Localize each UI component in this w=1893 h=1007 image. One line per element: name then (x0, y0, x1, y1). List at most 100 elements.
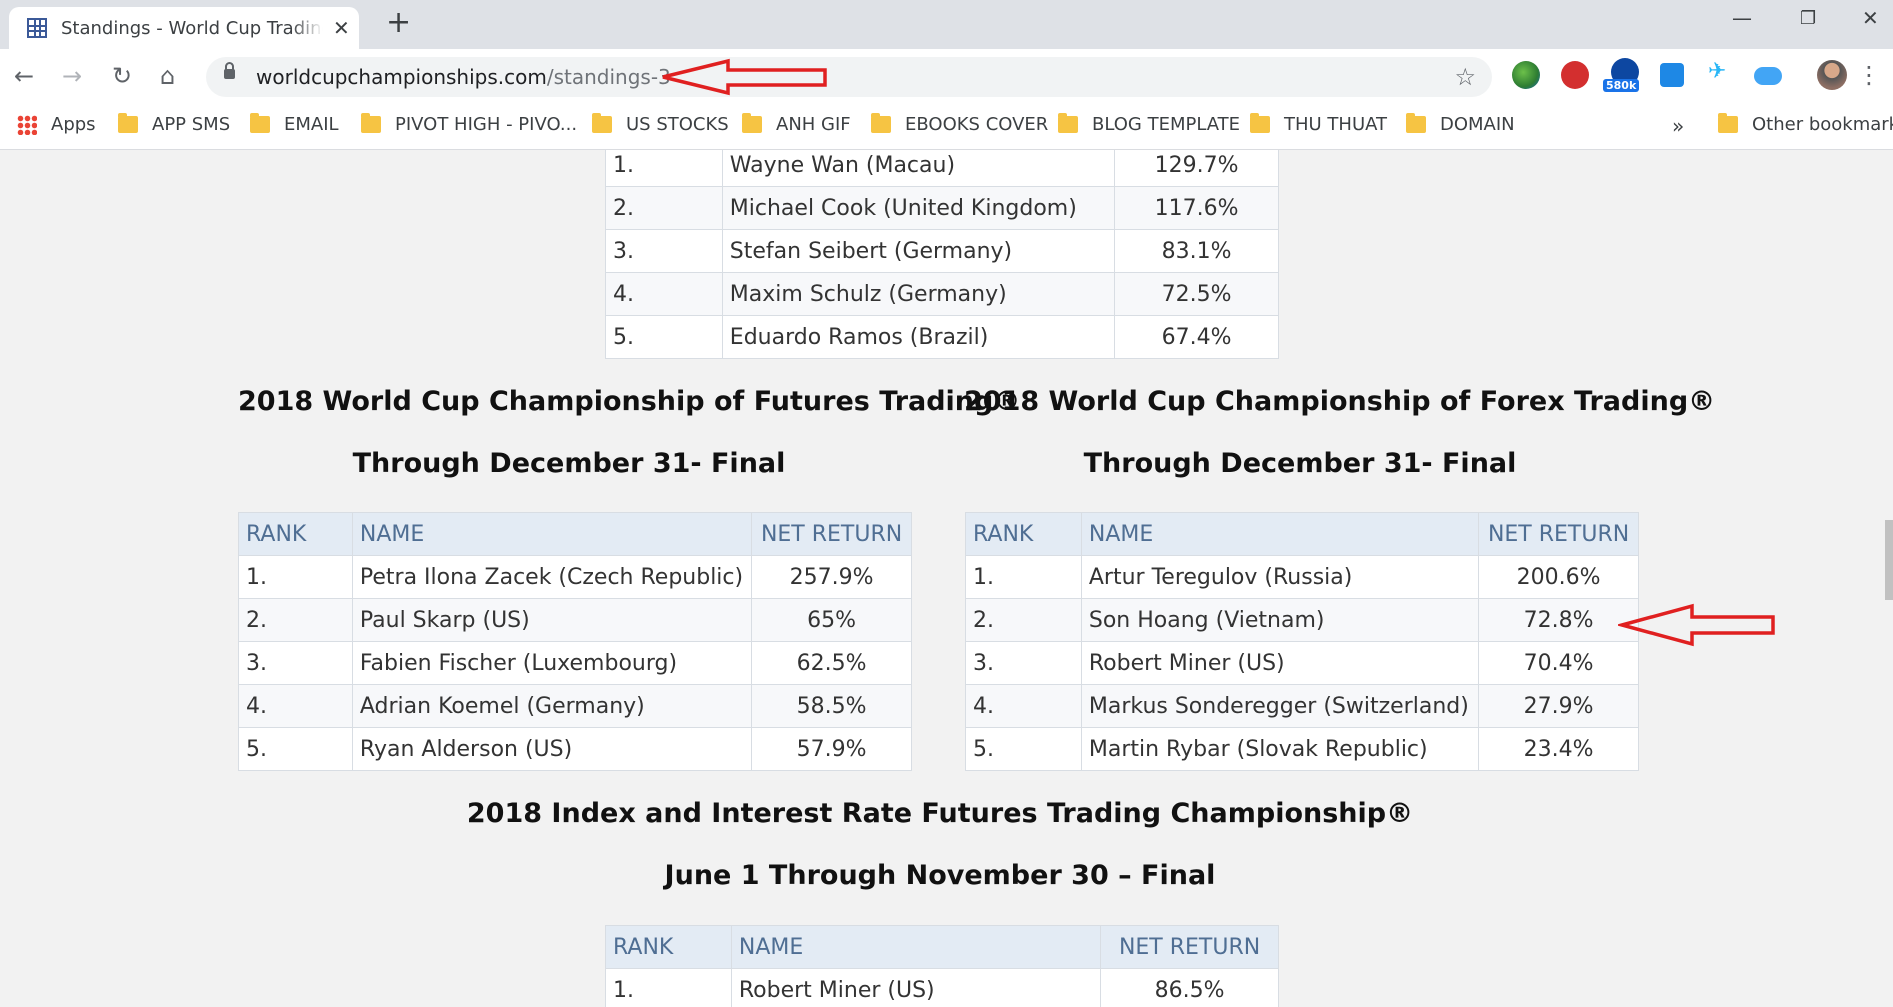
forex-section-title: 2018 World Cup Championship of Forex Tra… (964, 386, 1716, 417)
home-icon[interactable]: ⌂ (160, 62, 175, 90)
name-cell: Ryan Alderson (US) (351, 727, 753, 771)
bookmark-apps[interactable]: Apps (17, 114, 96, 135)
table-row: 4. Adrian Koemel (Germany) 58.5% (238, 684, 912, 728)
bookmark-thu-thuat[interactable]: THU THUAT (1250, 113, 1387, 135)
name-cell: Eduardo Ramos (Brazil) (721, 315, 1116, 359)
rank-cell: 3. (605, 229, 723, 273)
net-return-column-header: NET RETURN (1100, 925, 1279, 969)
bookmark-blog-template[interactable]: BLOG TEMPLATE (1058, 113, 1240, 135)
rank-column-header: RANK (238, 512, 353, 556)
table-row: 1. Wayne Wan (Macau) 129.7% (605, 150, 1279, 187)
bookmark-pivot-high[interactable]: PIVOT HIGH - PIVO... (361, 113, 577, 135)
folder-icon (1406, 113, 1426, 133)
name-cell: Fabien Fischer (Luxembourg) (351, 641, 753, 685)
name-cell: Artur Teregulov (Russia) (1080, 555, 1480, 599)
rank-cell: 2. (965, 598, 1082, 642)
cloud-extension-icon[interactable] (1754, 67, 1782, 85)
name-cell: Martin Rybar (Slovak Republic) (1080, 727, 1480, 771)
folder-icon (118, 113, 138, 133)
return-cell: 58.5% (751, 684, 912, 728)
rank-cell: 5. (238, 727, 353, 771)
name-cell: Markus Sonderegger (Switzerland) (1080, 684, 1480, 728)
folder-icon (1718, 113, 1738, 133)
bookmark-domain[interactable]: DOMAIN (1406, 113, 1515, 135)
new-tab-icon[interactable]: + (386, 8, 411, 38)
name-column-header: NAME (351, 512, 753, 556)
table-header-row: RANK NAME NET RETURN (605, 925, 1279, 969)
table-row: 2. Michael Cook (United Kingdom) 117.6% (605, 186, 1279, 230)
index-standings-table: RANK NAME NET RETURN 1. Robert Miner (US)… (605, 925, 1279, 1007)
calendar-extension-icon[interactable] (1660, 63, 1684, 87)
folder-icon (592, 113, 612, 133)
table-row: 1. Artur Teregulov (Russia) 200.6% (965, 555, 1639, 599)
minimize-icon[interactable]: — (1732, 6, 1752, 30)
rank-cell: 1. (605, 150, 723, 187)
bookmark-ebooks-cover[interactable]: EBOOKS COVER (871, 113, 1048, 135)
net-return-column-header: NET RETURN (751, 512, 912, 556)
table-row: 4. Markus Sonderegger (Switzerland) 27.9% (965, 684, 1639, 728)
bookmark-star-icon[interactable]: ☆ (1454, 63, 1476, 91)
bookmark-other-bookmarks[interactable]: Other bookmarks (1718, 113, 1893, 135)
return-cell: 257.9% (751, 555, 912, 599)
folder-icon (742, 113, 762, 133)
rank-cell: 4. (605, 272, 723, 316)
table-row: 2. Paul Skarp (US) 65% (238, 598, 912, 642)
address-bar[interactable]: worldcupchampionships.com/standings-3 ☆ (206, 57, 1492, 97)
table-header-row: RANK NAME NET RETURN (238, 512, 912, 556)
name-cell: Michael Cook (United Kingdom) (721, 186, 1116, 230)
scrollbar-thumb[interactable] (1885, 520, 1893, 600)
table-row: 3. Robert Miner (US) 70.4% (965, 641, 1639, 685)
name-cell: Petra Ilona Zacek (Czech Republic) (351, 555, 753, 599)
bookmarks-overflow-icon[interactable]: » (1672, 114, 1684, 138)
return-cell: 62.5% (751, 641, 912, 685)
folder-icon (250, 113, 270, 133)
globe-extension-icon[interactable] (1512, 61, 1540, 89)
bookmarks-bar: Apps APP SMS EMAIL PIVOT HIGH - PIVO... … (0, 106, 1893, 150)
bookmark-anh-gif[interactable]: ANH GIF (742, 113, 851, 135)
bookmark-app-sms[interactable]: APP SMS (118, 113, 230, 135)
return-cell: 72.8% (1478, 598, 1639, 642)
rank-cell: 1. (965, 555, 1082, 599)
bookmark-email[interactable]: EMAIL (250, 113, 339, 135)
restore-icon[interactable]: ❐ (1800, 8, 1816, 29)
table-row: 5. Ryan Alderson (US) 57.9% (238, 727, 912, 771)
page-content: 1. Wayne Wan (Macau) 129.7% 2. Michael Cook… (0, 150, 1893, 1007)
browser-toolbar: ← → ↻ ⌂ worldcupchampionships.com/standi… (0, 49, 1893, 106)
rank-cell: 5. (965, 727, 1082, 771)
return-cell: 86.5% (1100, 968, 1279, 1007)
close-tab-icon[interactable]: ✕ (333, 16, 350, 40)
url-text: worldcupchampionships.com/standings-3 (256, 65, 671, 89)
return-cell: 83.1% (1114, 229, 1279, 273)
bookmark-us-stocks[interactable]: US STOCKS (592, 113, 729, 135)
profile-avatar[interactable] (1817, 60, 1847, 90)
forward-icon[interactable]: → (62, 62, 82, 90)
rank-column-header: RANK (965, 512, 1082, 556)
name-cell: Robert Miner (US) (1080, 641, 1480, 685)
reload-icon[interactable]: ↻ (112, 62, 132, 90)
menu-dots-icon[interactable]: ⋮ (1857, 61, 1881, 89)
name-cell: Wayne Wan (Macau) (721, 150, 1116, 187)
return-cell: 117.6% (1114, 186, 1279, 230)
name-cell: Stefan Seibert (Germany) (721, 229, 1116, 273)
red-extension-icon[interactable] (1561, 61, 1589, 89)
browser-tab[interactable]: Standings - World Cup Trading Championsh… (9, 7, 359, 49)
table-row: 1. Robert Miner (US) 86.5% (605, 968, 1279, 1007)
table-row: 1. Petra Ilona Zacek (Czech Republic) 257.… (238, 555, 912, 599)
site-favicon-icon (27, 18, 47, 38)
bird-extension-icon[interactable]: ✈ (1708, 59, 1736, 87)
rank-cell: 5. (605, 315, 723, 359)
futures-section-subtitle: Through December 31- Final (352, 448, 786, 479)
return-cell: 72.5% (1114, 272, 1279, 316)
table-row: 5. Eduardo Ramos (Brazil) 67.4% (605, 315, 1279, 359)
forex-section-subtitle: Through December 31- Final (1083, 448, 1517, 479)
rank-cell: 1. (605, 968, 732, 1007)
return-cell: 70.4% (1478, 641, 1639, 685)
lock-icon (224, 62, 235, 79)
rank-cell: 3. (238, 641, 353, 685)
row-annotation-arrow (1618, 603, 1775, 647)
folder-icon (871, 113, 891, 133)
close-window-icon[interactable]: ✕ (1862, 6, 1879, 30)
back-icon[interactable]: ← (14, 62, 34, 90)
table-row: 3. Fabien Fischer (Luxembourg) 62.5% (238, 641, 912, 685)
index-section-title: 2018 Index and Interest Rate Futures Tra… (466, 798, 1414, 829)
